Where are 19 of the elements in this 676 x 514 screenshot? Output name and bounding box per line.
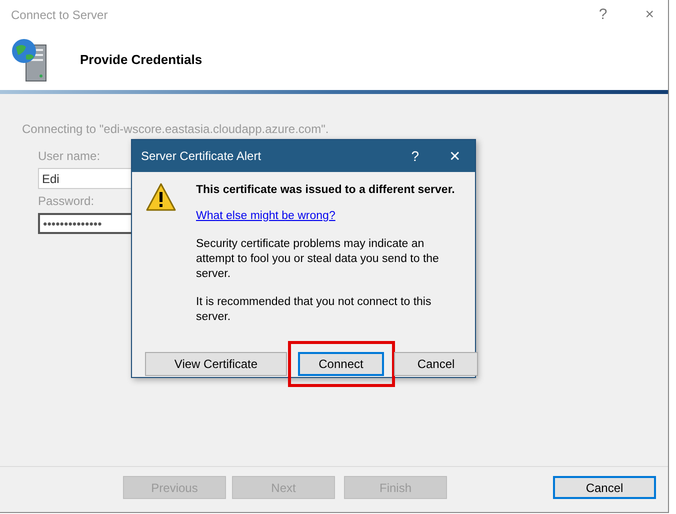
alert-message: It is recommended that you not connect to this server. [196,295,432,325]
alert-heading: This certificate was issued to a different server. [196,183,456,198]
wizard-button[interactable]: Cancel [553,476,656,499]
alert-message: Security certificate problems may indicate an attempt to fool you or steal data you send to the server. [196,237,440,282]
dialog-button[interactable]: View Certificate [145,352,287,376]
field-label: User name: [38,148,100,165]
help-button[interactable]: ? [598,4,608,26]
help-link[interactable]: What else might be wrong? [196,209,336,224]
connecting-text: Connecting to "edi-wscore.eastasia.cloudapp.azure.com". [22,121,329,138]
window-title: Connect to Server [11,7,109,24]
warning-icon [145,182,177,212]
dialog-title: Server Certificate Alert [141,148,262,165]
close-button[interactable]: ✕ [449,146,461,166]
page-heading: Provide Credentials [80,51,202,70]
dialog-button[interactable]: Cancel [394,352,478,376]
dialog-button[interactable]: Connect [298,352,384,376]
help-button[interactable]: ? [411,146,419,166]
close-button[interactable]: × [645,4,654,26]
field-label: Password: [38,193,94,210]
